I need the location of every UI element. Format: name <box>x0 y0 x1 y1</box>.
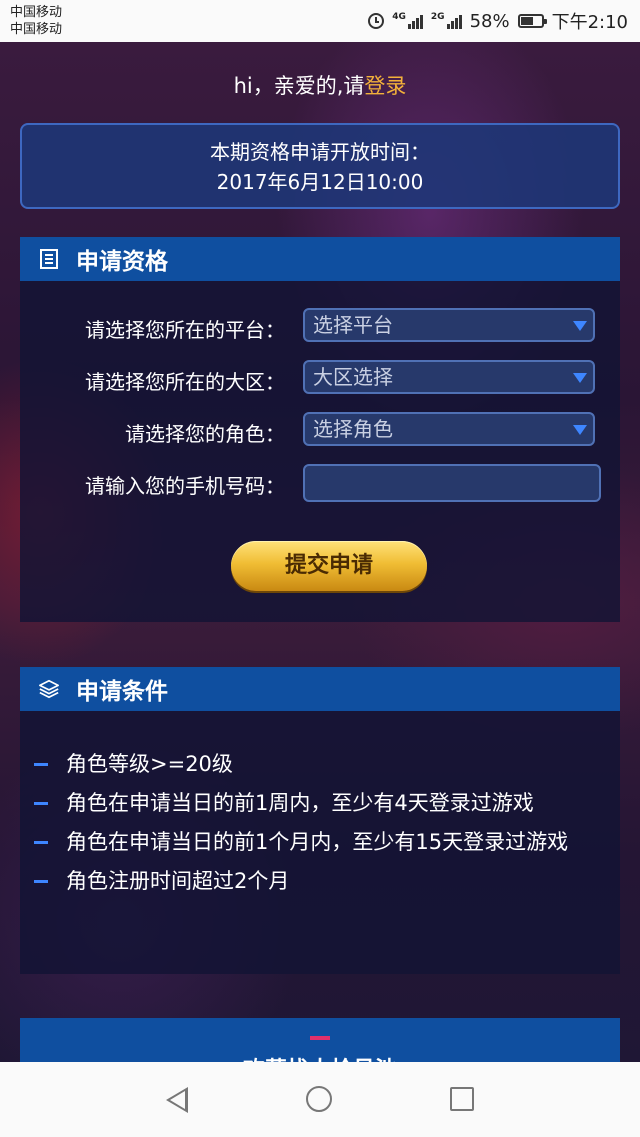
dropdown-arrow-icon <box>573 425 587 435</box>
condition-text: 角色注册时间超过2个月 <box>66 869 290 893</box>
platform-label: 请选择您所在的平台： <box>85 318 285 342</box>
condition-text: 角色在申请当日的前1个月内，至少有15天登录过游戏 <box>66 830 569 854</box>
bullet-dash-icon <box>34 880 48 883</box>
platform-row: 请选择您所在的平台： 选择平台 <box>20 308 620 344</box>
open-time-box: 本期资格申请开放时间： 2017年6月12日10:00 <box>20 123 620 209</box>
apply-panel-title: 申请资格 <box>76 249 168 275</box>
list-item: 角色等级>=20级 <box>20 745 620 784</box>
alarm-icon <box>368 13 385 29</box>
list-item: 角色在申请当日的前1周内，至少有4天登录过游戏 <box>20 784 620 823</box>
submit-button[interactable]: 提交申请 <box>231 541 427 591</box>
login-link[interactable]: 登录 <box>364 74 406 98</box>
open-time-title: 本期资格申请开放时间： <box>210 140 430 164</box>
region-label: 请选择您所在的大区： <box>85 370 285 394</box>
recent-apps-icon[interactable] <box>450 1087 474 1111</box>
status-bar: 中国移动 中国移动 4G 2G 58% 下午2:10 <box>0 0 640 42</box>
signal-icon: 4G <box>392 13 423 29</box>
document-icon <box>40 249 58 269</box>
role-select-value: 选择角色 <box>313 417 393 441</box>
list-item: 角色注册时间超过2个月 <box>20 862 620 901</box>
network-type-2: 2G <box>430 12 445 22</box>
condition-text: 角色在申请当日的前1周内，至少有4天登录过游戏 <box>66 791 534 815</box>
region-select[interactable]: 大区选择 <box>303 360 595 394</box>
signal-icon: 2G <box>431 13 462 29</box>
carrier-name-1: 中国移动 <box>10 5 63 20</box>
dropdown-arrow-icon <box>573 321 587 331</box>
region-select-value: 大区选择 <box>313 365 393 389</box>
conditions-panel: 申请条件 角色等级>=20级 角色在申请当日的前1周内，至少有4天登录过游戏 角… <box>20 667 620 974</box>
role-select[interactable]: 选择角色 <box>303 412 595 446</box>
conditions-panel-title: 申请条件 <box>76 679 168 705</box>
apply-panel: 申请资格 请选择您所在的平台： 选择平台 请选择您所在的大区： 大区选择 请选择… <box>20 237 620 622</box>
apply-panel-header: 申请资格 <box>20 237 620 281</box>
condition-text: 角色等级>=20级 <box>66 752 233 776</box>
role-label: 请选择您的角色： <box>125 422 285 446</box>
network-type-1: 4G <box>392 12 406 22</box>
page-content: hi，亲爱的,请登录 本期资格申请开放时间： 2017年6月12日10:00 申… <box>0 42 640 1062</box>
carrier-info: 中国移动 中国移动 <box>10 4 62 38</box>
home-icon[interactable] <box>306 1086 332 1112</box>
bullet-dash-icon <box>34 763 48 766</box>
third-section-header: 欢募找大拾号池 <box>20 1018 620 1062</box>
conditions-panel-header: 申请条件 <box>20 667 620 711</box>
phone-label: 请输入您的手机号码： <box>85 474 285 498</box>
dropdown-arrow-icon <box>573 373 587 383</box>
title-accent-mark <box>310 1036 330 1040</box>
greeting-text: hi，亲爱的,请 <box>233 74 365 98</box>
battery-icon <box>517 14 547 28</box>
layers-icon <box>39 679 59 699</box>
region-row: 请选择您所在的大区： 大区选择 <box>20 360 620 396</box>
platform-select-value: 选择平台 <box>313 313 393 337</box>
phone-input[interactable] <box>303 464 601 502</box>
list-item: 角色在申请当日的前1个月内，至少有15天登录过游戏 <box>20 823 620 862</box>
bullet-dash-icon <box>34 841 48 844</box>
bullet-dash-icon <box>34 802 48 805</box>
open-time-value: 2017年6月12日10:00 <box>216 170 424 194</box>
platform-select[interactable]: 选择平台 <box>303 308 595 342</box>
navigation-bar <box>0 1062 640 1137</box>
back-icon[interactable] <box>166 1087 188 1113</box>
third-section-title: 欢募找大拾号池 <box>20 1052 620 1062</box>
role-row: 请选择您的角色： 选择角色 <box>20 412 620 448</box>
status-icons: 4G 2G 58% 下午2:10 <box>368 8 628 34</box>
battery-percent: 58% <box>469 10 510 32</box>
greeting: hi，亲爱的,请登录 <box>0 70 640 100</box>
phone-row: 请输入您的手机号码： <box>20 464 620 502</box>
carrier-name-2: 中国移动 <box>10 22 63 37</box>
conditions-list: 角色等级>=20级 角色在申请当日的前1周内，至少有4天登录过游戏 角色在申请当… <box>20 745 620 901</box>
clock: 下午2:10 <box>551 12 628 33</box>
